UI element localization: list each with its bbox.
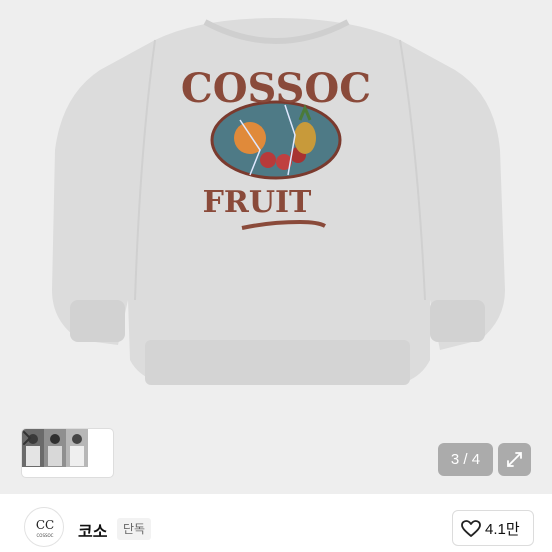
like-count: 4.1만 bbox=[485, 521, 520, 538]
chevron-right-icon[interactable] bbox=[22, 429, 32, 447]
store-logo: CC COSSOC bbox=[36, 518, 54, 538]
print-bottom-text: FRUIT bbox=[203, 185, 312, 220]
like-button[interactable]: 4.1만 bbox=[452, 510, 534, 546]
expand-button[interactable] bbox=[498, 443, 531, 476]
product-image[interactable]: COSSOC FRUIT 3 / 4 bbox=[0, 0, 552, 494]
store-name[interactable]: 코소 bbox=[78, 518, 107, 542]
image-counter: 3 / 4 bbox=[438, 443, 493, 476]
exclusive-badge: 단독 bbox=[117, 518, 152, 540]
svg-text:CC: CC bbox=[36, 518, 54, 532]
heart-outline-icon bbox=[461, 520, 481, 537]
store-row: CC COSSOC 코소 단독 4.1만 bbox=[0, 494, 552, 552]
store-avatar[interactable]: CC COSSOC bbox=[24, 507, 64, 547]
thumbnail-strip[interactable] bbox=[22, 429, 113, 477]
svg-text:COSSOC: COSSOC bbox=[37, 533, 54, 538]
expand-icon bbox=[507, 452, 522, 467]
print-top-text: COSSOC bbox=[181, 65, 371, 112]
sweatshirt-image: COSSOC FRUIT bbox=[52, 18, 505, 385]
